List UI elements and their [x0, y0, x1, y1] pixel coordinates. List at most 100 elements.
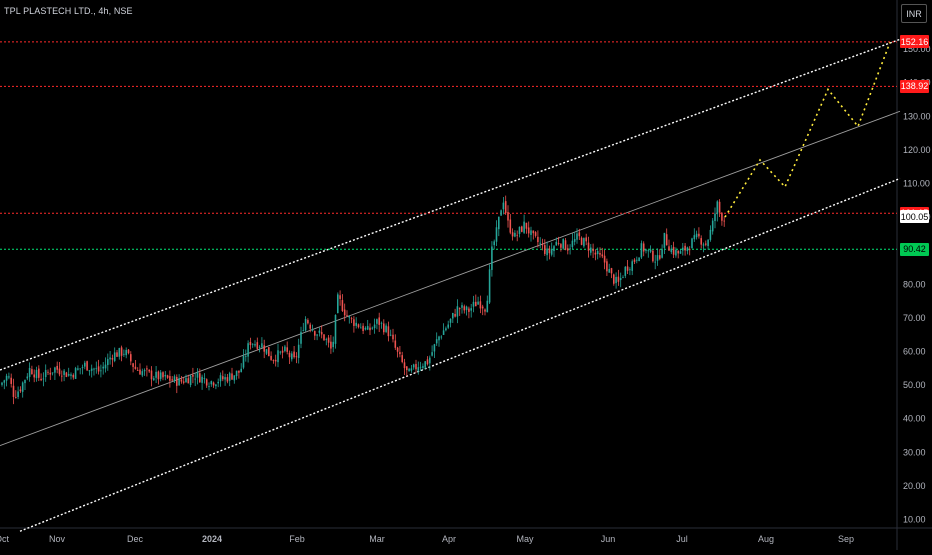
candle-body [578, 232, 581, 237]
candle-body [251, 343, 254, 345]
candle-body [532, 230, 535, 234]
candle-body [127, 349, 130, 354]
candle-body [113, 352, 116, 361]
candle-body [700, 238, 702, 245]
candle-body [318, 330, 321, 333]
candle-body [415, 363, 417, 370]
candle-body [491, 246, 493, 270]
candle-body [61, 375, 63, 377]
candle-body [314, 331, 316, 336]
candle-body [406, 366, 408, 371]
candle-body [592, 248, 594, 252]
candle-body [383, 323, 385, 333]
candle-body [49, 372, 52, 375]
candle-body [567, 248, 569, 251]
candle-body [721, 213, 723, 221]
candle-body [594, 252, 597, 255]
candle-body [366, 326, 369, 330]
candle-body [337, 294, 339, 314]
candle-body [514, 232, 516, 237]
candle-body [463, 306, 466, 311]
price-axis-label: 10.00 [903, 515, 926, 525]
candle-body [495, 227, 498, 242]
candle-body [454, 313, 456, 317]
candle-body [222, 376, 224, 380]
candle-body [445, 328, 447, 331]
candle-body [118, 348, 121, 357]
chart-area[interactable]: 10.00 20.00 30.00 40.00 50.00 60.00 70.00 80.00… [0, 0, 932, 550]
candle-body [132, 363, 134, 367]
candle-body [560, 244, 562, 248]
candle-body [249, 342, 252, 346]
candle-body [705, 243, 707, 245]
candle-body [325, 339, 328, 340]
time-axis-label: Apr [442, 534, 456, 544]
candle-body [647, 250, 650, 252]
candle-body [21, 382, 24, 392]
currency-button[interactable]: INR [901, 4, 927, 23]
candle-body [585, 237, 587, 242]
candle-body [525, 222, 528, 229]
level-price-badge: 138.92 [900, 79, 929, 93]
candle-body [242, 356, 245, 368]
candle-body [449, 318, 452, 323]
candle-body [622, 277, 624, 278]
candle-body [353, 319, 355, 326]
candle-body [196, 372, 199, 378]
candle-body [42, 378, 45, 380]
candle-body [362, 325, 364, 331]
candle-body [238, 370, 240, 373]
candle-body [134, 366, 137, 369]
candle-body [507, 212, 509, 221]
candle-body [95, 368, 98, 370]
candle-body [205, 379, 208, 386]
candle-body [97, 366, 100, 372]
candle-body [636, 259, 638, 261]
candle-body [346, 315, 348, 317]
price-axis-label: 120.00 [903, 145, 931, 155]
candle-body [182, 381, 185, 383]
candle-body [125, 349, 127, 356]
level-price-badge: 152.16 [900, 35, 929, 49]
time-axis-label: Nov [49, 534, 66, 544]
candle-body [31, 369, 33, 375]
candle-body [286, 347, 288, 352]
candle-body [107, 359, 109, 366]
candle-body [348, 316, 351, 318]
candle-body [422, 366, 424, 368]
candle-body [380, 322, 383, 324]
candle-body [527, 227, 530, 234]
candle-body [649, 249, 652, 252]
candle-body [201, 376, 203, 383]
candle-body [518, 226, 521, 234]
candle-body [90, 368, 93, 371]
price-chart-svg[interactable]: 10.00 20.00 30.00 40.00 50.00 60.00 70.00 80.00… [0, 0, 932, 550]
candle-body [270, 355, 272, 360]
candle-body [291, 353, 293, 360]
candle-body [171, 379, 173, 381]
candle-body [684, 245, 686, 251]
candle-body [139, 369, 141, 375]
candle-body [652, 250, 654, 262]
price-axis-label: 60.00 [903, 347, 926, 357]
candle-body [5, 375, 8, 381]
candle-body [268, 347, 270, 357]
candle-body [698, 233, 700, 237]
candle-body [272, 360, 275, 361]
candle-body [718, 201, 721, 213]
candle-body [54, 367, 56, 373]
candle-body [481, 306, 484, 309]
candle-body [603, 255, 606, 263]
candle-body [688, 249, 691, 251]
candle-body [109, 357, 111, 360]
candle-body [93, 368, 95, 370]
candle-body [477, 301, 479, 305]
candle-body [500, 210, 502, 216]
candle-body [157, 371, 160, 380]
candle-body [371, 327, 374, 329]
candle-body [247, 343, 249, 357]
candle-body [656, 255, 659, 261]
candle-body [320, 332, 323, 335]
candle-body [86, 361, 88, 371]
candle-body [332, 341, 334, 348]
